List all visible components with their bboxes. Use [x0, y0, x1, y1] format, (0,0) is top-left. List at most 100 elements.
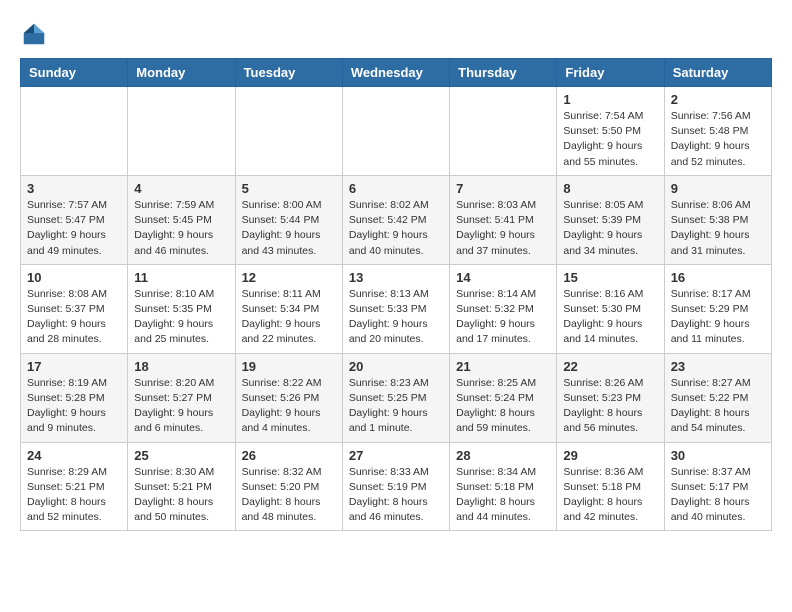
calendar-cell: 16 Sunrise: 8:17 AM Sunset: 5:29 PM Dayli…	[664, 264, 771, 353]
day-number: 13	[349, 270, 443, 285]
calendar-week-1: 1 Sunrise: 7:54 AM Sunset: 5:50 PM Daylig…	[21, 87, 772, 176]
day-info: Sunrise: 8:08 AM Sunset: 5:37 PM Dayligh…	[27, 287, 121, 348]
day-header-friday: Friday	[557, 59, 664, 87]
calendar-cell	[128, 87, 235, 176]
day-info: Sunrise: 8:06 AM Sunset: 5:38 PM Dayligh…	[671, 198, 765, 259]
day-info: Sunrise: 8:11 AM Sunset: 5:34 PM Dayligh…	[242, 287, 336, 348]
calendar-cell: 18 Sunrise: 8:20 AM Sunset: 5:27 PM Dayli…	[128, 353, 235, 442]
calendar-cell: 26 Sunrise: 8:32 AM Sunset: 5:20 PM Dayli…	[235, 442, 342, 531]
day-header-wednesday: Wednesday	[342, 59, 449, 87]
day-info: Sunrise: 8:00 AM Sunset: 5:44 PM Dayligh…	[242, 198, 336, 259]
day-info: Sunrise: 8:13 AM Sunset: 5:33 PM Dayligh…	[349, 287, 443, 348]
day-info: Sunrise: 8:17 AM Sunset: 5:29 PM Dayligh…	[671, 287, 765, 348]
day-number: 21	[456, 359, 550, 374]
day-info: Sunrise: 8:22 AM Sunset: 5:26 PM Dayligh…	[242, 376, 336, 437]
day-number: 8	[563, 181, 657, 196]
day-number: 2	[671, 92, 765, 107]
calendar-cell: 22 Sunrise: 8:26 AM Sunset: 5:23 PM Dayli…	[557, 353, 664, 442]
calendar-table: SundayMondayTuesdayWednesdayThursdayFrid…	[20, 58, 772, 531]
day-number: 18	[134, 359, 228, 374]
day-info: Sunrise: 8:30 AM Sunset: 5:21 PM Dayligh…	[134, 465, 228, 526]
calendar-cell: 6 Sunrise: 8:02 AM Sunset: 5:42 PM Daylig…	[342, 175, 449, 264]
calendar-cell: 23 Sunrise: 8:27 AM Sunset: 5:22 PM Dayli…	[664, 353, 771, 442]
calendar-cell: 1 Sunrise: 7:54 AM Sunset: 5:50 PM Daylig…	[557, 87, 664, 176]
calendar-cell: 13 Sunrise: 8:13 AM Sunset: 5:33 PM Dayli…	[342, 264, 449, 353]
day-info: Sunrise: 8:16 AM Sunset: 5:30 PM Dayligh…	[563, 287, 657, 348]
calendar-cell: 9 Sunrise: 8:06 AM Sunset: 5:38 PM Daylig…	[664, 175, 771, 264]
day-info: Sunrise: 7:57 AM Sunset: 5:47 PM Dayligh…	[27, 198, 121, 259]
calendar-week-2: 3Sunrise: 7:57 AM Sunset: 5:47 PM Daylig…	[21, 175, 772, 264]
day-header-monday: Monday	[128, 59, 235, 87]
day-number: 12	[242, 270, 336, 285]
day-number: 4	[134, 181, 228, 196]
day-info: Sunrise: 8:26 AM Sunset: 5:23 PM Dayligh…	[563, 376, 657, 437]
day-info: Sunrise: 8:19 AM Sunset: 5:28 PM Dayligh…	[27, 376, 121, 437]
day-number: 24	[27, 448, 121, 463]
day-header-thursday: Thursday	[450, 59, 557, 87]
calendar-cell	[235, 87, 342, 176]
day-info: Sunrise: 8:20 AM Sunset: 5:27 PM Dayligh…	[134, 376, 228, 437]
day-number: 19	[242, 359, 336, 374]
day-header-sunday: Sunday	[21, 59, 128, 87]
day-info: Sunrise: 7:56 AM Sunset: 5:48 PM Dayligh…	[671, 109, 765, 170]
day-number: 22	[563, 359, 657, 374]
day-number: 26	[242, 448, 336, 463]
calendar-cell: 20Sunrise: 8:23 AM Sunset: 5:25 PM Dayli…	[342, 353, 449, 442]
day-info: Sunrise: 8:14 AM Sunset: 5:32 PM Dayligh…	[456, 287, 550, 348]
calendar-cell: 11Sunrise: 8:10 AM Sunset: 5:35 PM Dayli…	[128, 264, 235, 353]
day-number: 27	[349, 448, 443, 463]
day-header-saturday: Saturday	[664, 59, 771, 87]
calendar-cell: 19 Sunrise: 8:22 AM Sunset: 5:26 PM Dayli…	[235, 353, 342, 442]
day-info: Sunrise: 7:59 AM Sunset: 5:45 PM Dayligh…	[134, 198, 228, 259]
logo	[20, 20, 52, 48]
calendar-cell	[450, 87, 557, 176]
calendar-cell: 4 Sunrise: 7:59 AM Sunset: 5:45 PM Daylig…	[128, 175, 235, 264]
calendar-cell: 30 Sunrise: 8:37 AM Sunset: 5:17 PM Dayli…	[664, 442, 771, 531]
calendar-cell: 25Sunrise: 8:30 AM Sunset: 5:21 PM Dayli…	[128, 442, 235, 531]
calendar-cell: 21 Sunrise: 8:25 AM Sunset: 5:24 PM Dayli…	[450, 353, 557, 442]
day-info: Sunrise: 8:37 AM Sunset: 5:17 PM Dayligh…	[671, 465, 765, 526]
day-number: 6	[349, 181, 443, 196]
calendar-cell: 10 Sunrise: 8:08 AM Sunset: 5:37 PM Dayli…	[21, 264, 128, 353]
day-number: 16	[671, 270, 765, 285]
day-info: Sunrise: 8:02 AM Sunset: 5:42 PM Dayligh…	[349, 198, 443, 259]
day-number: 10	[27, 270, 121, 285]
calendar-cell: 7 Sunrise: 8:03 AM Sunset: 5:41 PM Daylig…	[450, 175, 557, 264]
day-info: Sunrise: 8:33 AM Sunset: 5:19 PM Dayligh…	[349, 465, 443, 526]
calendar-cell: 8 Sunrise: 8:05 AM Sunset: 5:39 PM Daylig…	[557, 175, 664, 264]
day-number: 30	[671, 448, 765, 463]
calendar-cell: 12 Sunrise: 8:11 AM Sunset: 5:34 PM Dayli…	[235, 264, 342, 353]
calendar-week-4: 17 Sunrise: 8:19 AM Sunset: 5:28 PM Dayli…	[21, 353, 772, 442]
day-number: 5	[242, 181, 336, 196]
calendar-week-5: 24 Sunrise: 8:29 AM Sunset: 5:21 PM Dayli…	[21, 442, 772, 531]
logo-icon	[20, 20, 48, 48]
day-info: Sunrise: 8:32 AM Sunset: 5:20 PM Dayligh…	[242, 465, 336, 526]
day-number: 15	[563, 270, 657, 285]
day-number: 29	[563, 448, 657, 463]
day-info: Sunrise: 8:05 AM Sunset: 5:39 PM Dayligh…	[563, 198, 657, 259]
day-number: 9	[671, 181, 765, 196]
calendar-cell: 5 Sunrise: 8:00 AM Sunset: 5:44 PM Daylig…	[235, 175, 342, 264]
calendar-cell: 15 Sunrise: 8:16 AM Sunset: 5:30 PM Dayli…	[557, 264, 664, 353]
day-number: 23	[671, 359, 765, 374]
day-number: 11	[134, 270, 228, 285]
calendar-cell: 28Sunrise: 8:34 AM Sunset: 5:18 PM Dayli…	[450, 442, 557, 531]
day-header-tuesday: Tuesday	[235, 59, 342, 87]
day-info: Sunrise: 8:36 AM Sunset: 5:18 PM Dayligh…	[563, 465, 657, 526]
day-number: 17	[27, 359, 121, 374]
calendar-cell: 2 Sunrise: 7:56 AM Sunset: 5:48 PM Daylig…	[664, 87, 771, 176]
day-info: Sunrise: 8:25 AM Sunset: 5:24 PM Dayligh…	[456, 376, 550, 437]
day-info: Sunrise: 8:34 AM Sunset: 5:18 PM Dayligh…	[456, 465, 550, 526]
day-info: Sunrise: 7:54 AM Sunset: 5:50 PM Dayligh…	[563, 109, 657, 170]
day-info: Sunrise: 8:23 AM Sunset: 5:25 PM Dayligh…	[349, 376, 443, 437]
page-header	[20, 20, 772, 48]
calendar-header-row: SundayMondayTuesdayWednesdayThursdayFrid…	[21, 59, 772, 87]
day-info: Sunrise: 8:03 AM Sunset: 5:41 PM Dayligh…	[456, 198, 550, 259]
day-number: 1	[563, 92, 657, 107]
calendar-week-3: 10 Sunrise: 8:08 AM Sunset: 5:37 PM Dayli…	[21, 264, 772, 353]
day-info: Sunrise: 8:27 AM Sunset: 5:22 PM Dayligh…	[671, 376, 765, 437]
calendar-cell: 3Sunrise: 7:57 AM Sunset: 5:47 PM Daylig…	[21, 175, 128, 264]
calendar-cell: 27 Sunrise: 8:33 AM Sunset: 5:19 PM Dayli…	[342, 442, 449, 531]
day-info: Sunrise: 8:29 AM Sunset: 5:21 PM Dayligh…	[27, 465, 121, 526]
day-number: 7	[456, 181, 550, 196]
